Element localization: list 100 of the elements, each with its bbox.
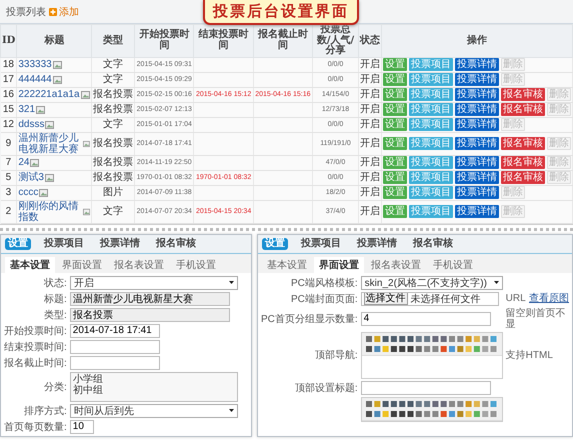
type-cell: 文字 [92,117,135,132]
id-cell: 9 [0,132,17,155]
title-link[interactable]: 321 [18,104,36,115]
type-cell: 文字 [92,72,135,87]
vote-details-button[interactable]: 投票详情 [454,156,499,169]
vote-details-button[interactable]: 投票详情 [454,186,499,199]
settings-subtab[interactable]: 手机设置 [171,256,221,272]
field-label: 顶部导航: [314,348,358,362]
add-link[interactable]: 添加 [49,4,79,18]
file-field[interactable]: 选择文件 未选择任何文件 [360,292,499,306]
settings-button[interactable]: 设置 [382,103,407,116]
panel-tab[interactable]: 设置 [262,238,288,250]
vote-details-button[interactable]: 投票详情 [454,73,499,86]
settings-button[interactable]: 设置 [382,73,407,86]
image-icon [30,158,40,166]
settings-subtab[interactable]: 基本设置 [262,256,312,272]
settings-button[interactable]: 设置 [382,118,407,131]
input-field[interactable] [70,340,160,354]
column-header: 状态 [358,24,382,57]
field-label: PC首页分组显示数量: [261,312,358,326]
choose-file-button[interactable]: 选择文件 [364,292,408,304]
id-cell: 2 [0,200,17,223]
panel-tab[interactable]: 报名审核 [153,238,199,250]
settings-subtab[interactable]: 报名表设置 [109,256,169,272]
column-header: 开始投票时间 [134,24,194,57]
id-cell: 17 [0,72,17,87]
settings-subtab[interactable]: 界面设置 [314,256,364,272]
vote-details-button[interactable]: 投票详情 [454,171,499,184]
list-title: 投票列表 [6,6,46,18]
rich-text-editor[interactable] [360,332,503,378]
title-link[interactable]: 24 [18,157,30,168]
panel-tab[interactable]: 投票详情 [354,238,400,250]
input-field[interactable] [360,380,491,394]
id-cell: 15 [0,102,17,117]
field-note: 支持HTML [506,350,553,360]
status-cell: 开启 [358,132,382,155]
vote-details-button[interactable]: 投票详情 [454,118,499,131]
select-field[interactable]: skin_2(风格二(不支持文字)) [360,276,503,290]
panel-tab[interactable]: 投票详情 [97,238,143,250]
column-header: 操作 [381,24,572,57]
review-button[interactable]: 报名审核 [500,156,545,169]
field-note: URL [506,293,526,304]
settings-button[interactable]: 设置 [382,205,407,218]
id-cell: 12 [0,117,17,132]
review-button[interactable]: 报名审核 [500,88,545,101]
panel-tab[interactable]: 投票项目 [298,238,344,250]
input-field[interactable]: 4 [360,312,491,326]
settings-subtab[interactable]: 界面设置 [57,256,107,272]
type-cell: 图片 [92,185,135,200]
type-cell: 文字 [92,200,135,223]
settings-subtab[interactable]: 手机设置 [428,256,478,272]
review-button[interactable]: 报名审核 [500,137,545,150]
image-icon [52,76,62,84]
review-button[interactable]: 报名审核 [500,171,545,184]
input-field[interactable]: 报名投票 [70,308,230,322]
id-cell: 3 [0,185,17,200]
vote-details-button[interactable]: 投票详情 [454,205,499,218]
field-label: 标题: [43,292,67,306]
settings-button[interactable]: 设置 [382,58,407,71]
settings-button[interactable]: 设置 [382,156,407,169]
vote-details-button[interactable]: 投票详情 [454,103,499,116]
image-icon [36,106,46,114]
column-header: 结束投票时间 [194,24,254,57]
settings-subtab[interactable]: 报名表设置 [366,256,426,272]
view-image-link[interactable]: 查看原图 [529,293,569,304]
field-label: 首页每页数量: [4,420,67,434]
input-field[interactable]: 10 [70,420,94,434]
panel-tab[interactable]: 设置 [5,238,31,250]
caret-icon [228,281,234,284]
settings-button[interactable]: 设置 [382,137,407,150]
field-label: 报名截止时间: [4,356,67,370]
input-field[interactable]: 温州新蕾少儿电视新星大赛 [70,292,230,306]
review-button[interactable]: 报名审核 [500,103,545,116]
id-cell: 16 [0,87,17,102]
type-cell: 报名投票 [92,170,135,185]
caret-icon [228,409,234,412]
settings-button[interactable]: 设置 [382,88,407,101]
panel-tab[interactable]: 报名审核 [410,238,456,250]
type-cell: 报名投票 [92,155,135,170]
field-label: 开始投票时间: [4,324,67,338]
input-field[interactable]: 2014-07-18 17:41 [70,324,160,338]
title-link[interactable]: cccc [18,187,38,198]
panel-tab[interactable]: 投票项目 [41,238,87,250]
field-note: 留空则首页不显 [506,308,567,330]
id-cell: 5 [0,170,17,185]
vote-details-button[interactable]: 投票详情 [454,58,499,71]
textarea-field[interactable]: 小学组 初中组 [70,372,238,402]
select-field[interactable]: 时间从后到先 [70,404,238,418]
type-cell: 报名投票 [92,132,135,155]
settings-subtab[interactable]: 基本设置 [5,256,55,272]
field-label: PC端封面页面: [290,292,358,306]
select-field[interactable]: 开启 [70,276,238,290]
input-field[interactable] [70,356,160,370]
vote-details-button[interactable]: 投票详情 [454,137,499,150]
column-header: 报名截止时间 [253,24,313,57]
settings-button[interactable]: 设置 [382,171,407,184]
id-cell: 18 [0,57,17,72]
vote-details-button[interactable]: 投票详情 [454,88,499,101]
settings-button[interactable]: 设置 [382,186,407,199]
field-label: PC端风格模板: [290,276,358,290]
